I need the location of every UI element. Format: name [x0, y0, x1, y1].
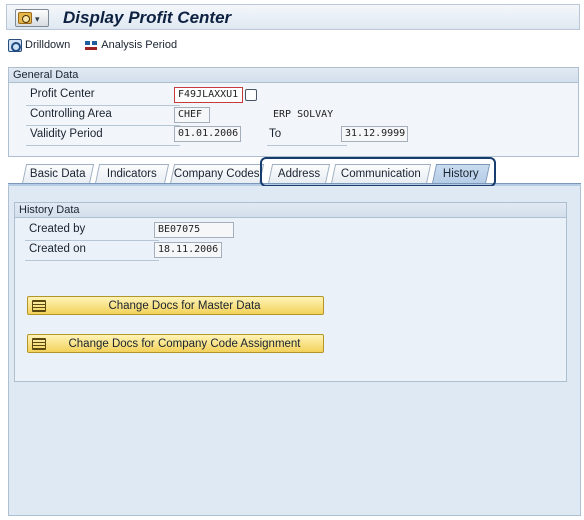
analysis-period-icon [84, 38, 99, 52]
created-by-label: Created by [29, 223, 86, 235]
tab-indicators[interactable]: Indicators [94, 164, 170, 184]
drilldown-label: Drilldown [25, 39, 71, 51]
controlling-area-field[interactable]: CHEF [174, 107, 210, 123]
controlling-area-label: Controlling Area [30, 108, 112, 120]
toolbar: Drilldown Analysis Period [8, 34, 191, 56]
valid-from-field[interactable]: 01.01.2006 [174, 126, 241, 142]
display-object-icon[interactable] [245, 89, 257, 101]
analysis-period-button[interactable]: Analysis Period [84, 38, 178, 52]
analysis-period-label: Analysis Period [101, 39, 178, 51]
controlling-area-description: ERP SOLVAY [273, 109, 334, 120]
page-title: Display Profit Center [63, 8, 232, 27]
drilldown-icon [8, 38, 22, 52]
change-documents-icon [32, 299, 46, 312]
change-docs-master-data-button[interactable]: Change Docs for Master Data [27, 296, 324, 315]
history-data-heading: History Data [15, 203, 566, 218]
created-on-field[interactable]: 18.11.2006 [154, 242, 222, 258]
change-docs-company-code-button[interactable]: Change Docs for Company Code Assignment [27, 334, 324, 353]
menu-icon[interactable]: ▾ [15, 9, 49, 27]
drilldown-button[interactable]: Drilldown [8, 38, 71, 52]
tab-basic-data[interactable]: Basic Data [21, 164, 95, 184]
highlight-box [260, 157, 496, 187]
history-data-frame: History Data Created by BE07075 Created … [14, 202, 567, 382]
general-data-heading: General Data [9, 68, 578, 83]
profit-center-field[interactable]: F49JLAXXU1 [174, 87, 243, 103]
valid-to-field[interactable]: 31.12.9999 [341, 126, 408, 142]
validity-period-label: Validity Period [30, 128, 103, 140]
profit-center-label: Profit Center [30, 88, 95, 100]
created-by-field[interactable]: BE07075 [154, 222, 234, 238]
title-bar: ▾ Display Profit Center [6, 4, 580, 30]
to-label: To [269, 128, 282, 140]
change-documents-icon [32, 337, 46, 350]
created-on-label: Created on [29, 243, 86, 255]
general-data-frame: General Data Profit Center F49JLAXXU1 Co… [8, 67, 579, 157]
tab-company-codes[interactable]: Company Codes [169, 164, 265, 184]
